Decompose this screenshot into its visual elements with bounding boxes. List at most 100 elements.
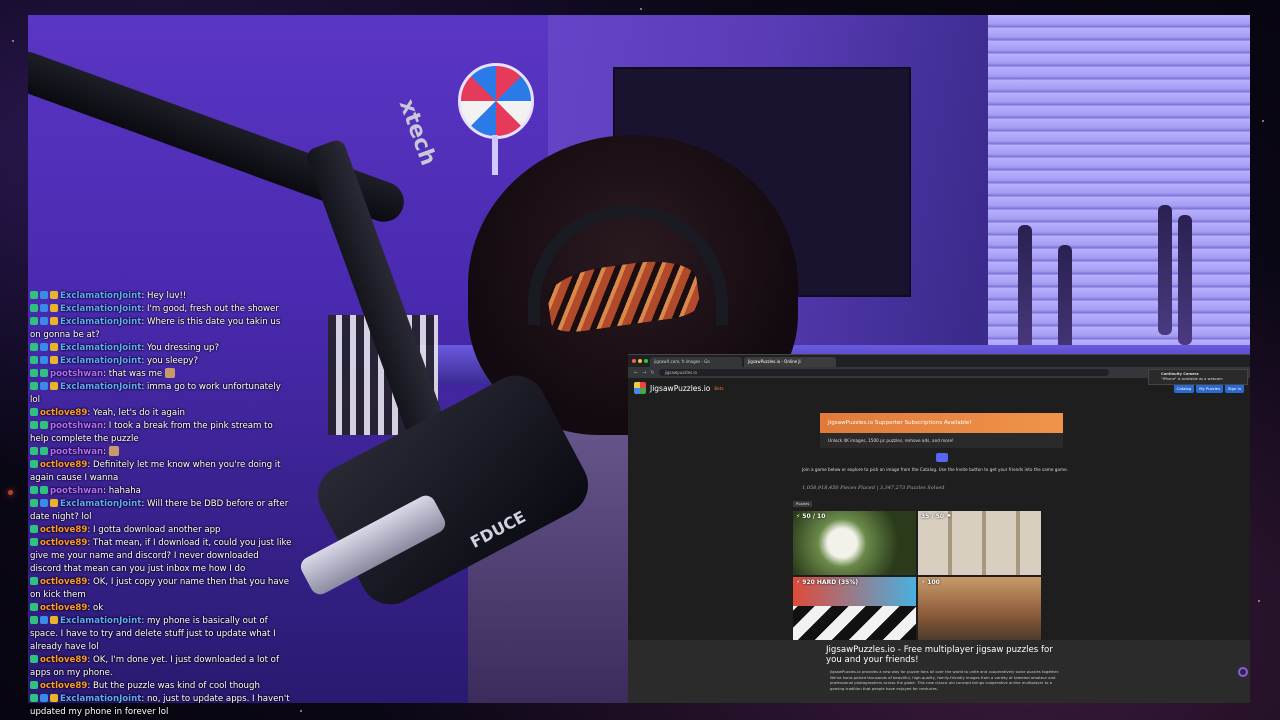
chat-badge-icon xyxy=(40,499,48,507)
chat-badge-icon xyxy=(30,356,38,364)
chat-username[interactable]: ExclamationJoint xyxy=(60,304,141,314)
chat-text: : that was me xyxy=(103,369,163,379)
chat-message: ExclamationJoint: you sleepy? xyxy=(30,355,292,368)
tile-label: 35 / 50 ⚑ xyxy=(921,513,952,520)
chat-message: ExclamationJoint: Will there be DBD befo… xyxy=(30,498,292,524)
chat-badge-icon xyxy=(40,421,48,429)
chat-username[interactable]: octlove89 xyxy=(40,408,87,418)
site-logo[interactable]: JigsawPuzzles.io Beta xyxy=(634,382,724,394)
popup-sub: "iPhone" is available as a webcam xyxy=(1161,377,1223,381)
chat-username[interactable]: ExclamationJoint xyxy=(60,343,141,353)
chat-text: : I'm good, fresh out the shower xyxy=(141,304,279,314)
forward-icon[interactable]: → xyxy=(642,370,646,376)
puzzle-tile[interactable]: ⚡ 100 xyxy=(918,577,1041,641)
chat-username[interactable]: pootshwan xyxy=(50,486,103,496)
chat-badge-icon xyxy=(50,343,58,351)
chat-badge-icon xyxy=(40,343,48,351)
chat-message: octlove89: OK, I'm done yet. I just down… xyxy=(30,654,292,680)
chat-badge-icon xyxy=(50,317,58,325)
banner-title: JigsawPuzzles.io Supporter Subscriptions… xyxy=(828,420,972,426)
chat-text: : You dressing up? xyxy=(141,343,220,353)
chat-username[interactable]: ExclamationJoint xyxy=(60,694,141,704)
url-field[interactable]: jigsawpuzzles.io xyxy=(658,369,1109,376)
supporter-banner[interactable]: JigsawPuzzles.io Supporter Subscriptions… xyxy=(820,413,1063,433)
chat-username[interactable]: pootshwan xyxy=(50,447,103,457)
chat-badge-icon xyxy=(40,447,48,455)
chat-username[interactable]: ExclamationJoint xyxy=(60,317,141,327)
tile-label: ⚡ 50 / 10 xyxy=(796,513,826,520)
chat-message: octlove89: OK, I just copy your name the… xyxy=(30,576,292,602)
puzzle-grid: ⚡ 50 / 10 35 / 50 ⚑ ⚡ 920 HARD (35%) ⚡ 1… xyxy=(793,511,1041,641)
banner-subtext: Unlock 4K images, 1500 pc puzzles, remov… xyxy=(820,433,1063,448)
chat-badge-icon xyxy=(30,655,38,663)
chat-message: octlove89: That mean, if I download it, … xyxy=(30,537,292,576)
chat-text: : hahaha xyxy=(103,486,141,496)
chat-badge-icon xyxy=(30,616,38,624)
reload-icon[interactable]: ↻ xyxy=(650,370,654,376)
tile-label: ⚡ 100 xyxy=(921,579,940,586)
chat-username[interactable]: ExclamationJoint xyxy=(60,382,141,392)
chat-message: pootshwan: hahaha xyxy=(30,485,292,498)
chat-username[interactable]: ExclamationJoint xyxy=(60,356,141,366)
wheel-stand xyxy=(492,135,498,175)
puzzle-tile[interactable]: ⚡ 50 / 10 xyxy=(793,511,916,575)
chat-message: ExclamationJoint: imma go to work unfort… xyxy=(30,381,292,407)
chat-badge-icon xyxy=(40,317,48,325)
chat-badge-icon xyxy=(50,499,58,507)
puzzle-tile[interactable]: 35 / 50 ⚑ xyxy=(918,511,1041,575)
chat-badge-icon xyxy=(30,408,38,416)
beta-badge: Beta xyxy=(714,385,724,391)
browser-tab[interactable]: jigsawX.com, fr.images - Go xyxy=(650,357,742,367)
chat-badge-icon xyxy=(40,694,48,702)
browser-tab-active[interactable]: JigsawPuzzles.io - Online Ji xyxy=(744,357,836,367)
chat-badge-icon xyxy=(30,694,38,702)
chat-badge-icon xyxy=(30,499,38,507)
chat-message: ExclamationJoint: my phone is basically … xyxy=(30,615,292,654)
chat-badge-icon xyxy=(30,525,38,533)
tab-strip: jigsawX.com, fr.images - Go JigsawPuzzle… xyxy=(628,355,1250,367)
browser-window: jigsawX.com, fr.images - Go JigsawPuzzle… xyxy=(628,354,1250,703)
emote-icon xyxy=(108,446,119,456)
help-icon[interactable] xyxy=(1238,667,1248,677)
chat-text: : But the puzzle was kind of cool though xyxy=(87,681,260,691)
chat-badge-icon xyxy=(50,356,58,364)
chat-username[interactable]: ExclamationJoint xyxy=(60,499,141,509)
chat-username[interactable]: octlove89 xyxy=(40,460,87,470)
chat-username[interactable]: pootshwan xyxy=(50,369,103,379)
chat-badge-icon xyxy=(30,460,38,468)
chat-badge-icon xyxy=(40,616,48,624)
chat-message: octlove89: Yeah, let's do it again xyxy=(30,407,292,420)
chat-message: ExclamationJoint: Hey luv!! xyxy=(30,290,292,303)
chat-username[interactable]: pootshwan xyxy=(50,421,103,431)
chat-username[interactable]: octlove89 xyxy=(40,655,87,665)
guitar xyxy=(1178,215,1192,345)
guitar xyxy=(1018,225,1032,355)
chat-badge-icon xyxy=(30,291,38,299)
chat-badge-icon xyxy=(40,369,48,377)
chat-username[interactable]: octlove89 xyxy=(40,538,87,548)
chat-badge-icon xyxy=(30,447,38,455)
chat-username[interactable]: octlove89 xyxy=(40,577,87,587)
continuity-camera-popup[interactable]: Continuity Camera "iPhone" is available … xyxy=(1148,369,1248,385)
guitar xyxy=(1158,205,1172,335)
puzzle-tile[interactable]: ⚡ 920 HARD (35%) xyxy=(793,577,916,641)
chat-badge-icon xyxy=(50,304,58,312)
chat-badge-icon xyxy=(30,421,38,429)
chat-badge-icon xyxy=(40,356,48,364)
chat-text: : Yeah, let's do it again xyxy=(87,408,185,418)
back-icon[interactable]: ← xyxy=(634,370,638,376)
chat-badge-icon xyxy=(30,486,38,494)
chat-username[interactable]: octlove89 xyxy=(40,681,87,691)
chat-username[interactable]: octlove89 xyxy=(40,603,87,613)
chat-username[interactable]: ExclamationJoint xyxy=(60,291,141,301)
chat-username[interactable]: ExclamationJoint xyxy=(60,616,141,626)
puzzles-tag: Puzzles xyxy=(793,501,813,507)
discord-icon[interactable] xyxy=(936,453,948,462)
chat-message: octlove89: I gotta download another app xyxy=(30,524,292,537)
chat-username[interactable]: octlove89 xyxy=(40,525,87,535)
chat-badge-icon xyxy=(40,486,48,494)
chat-badge-icon xyxy=(40,382,48,390)
pieces-counter: 1,058,918,450 Pieces Placed | 3,347,273 … xyxy=(802,485,945,491)
chat-text: : Hey luv!! xyxy=(141,291,187,301)
chat-badge-icon xyxy=(40,291,48,299)
